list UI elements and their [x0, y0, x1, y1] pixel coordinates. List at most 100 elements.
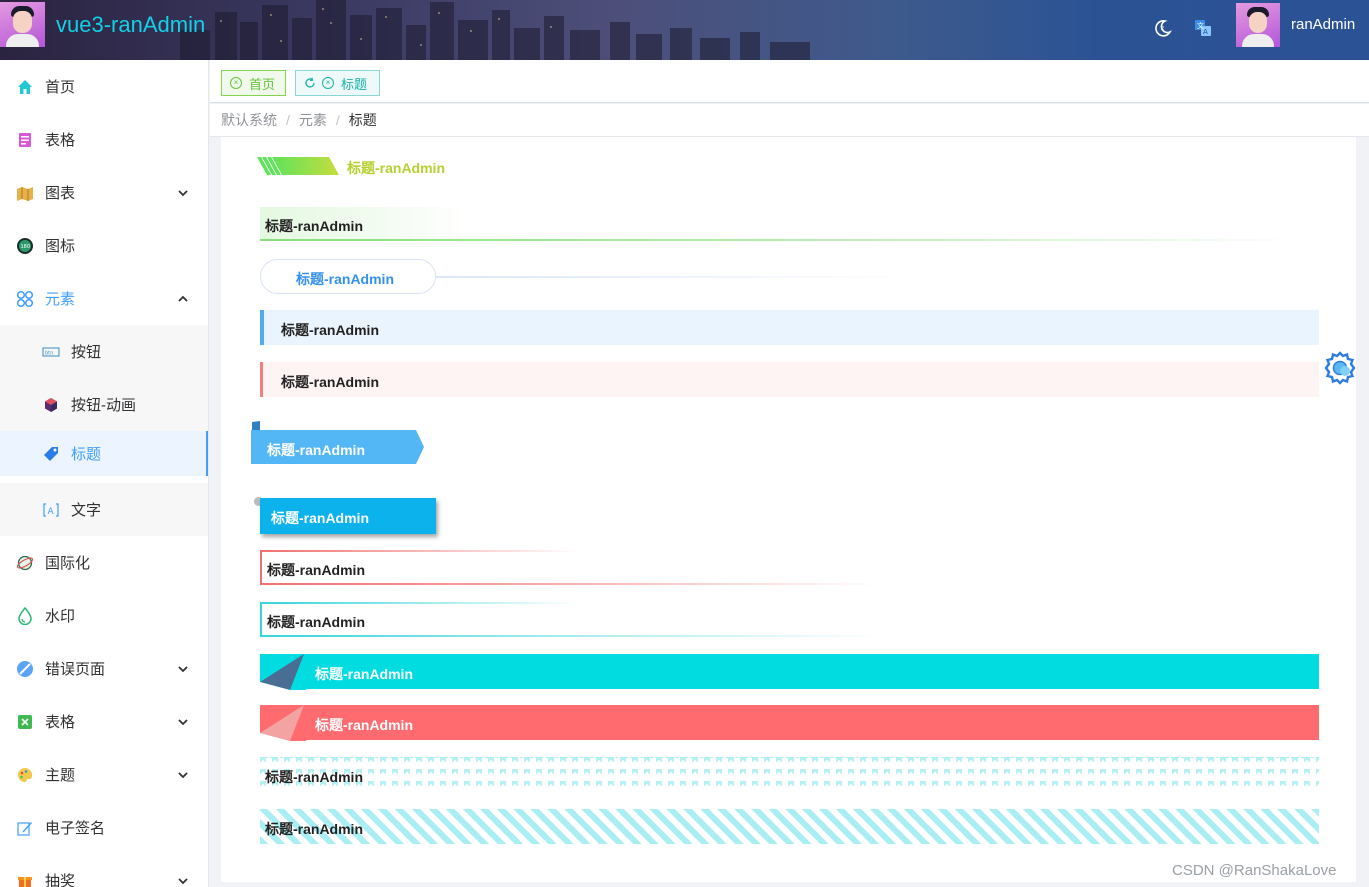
sidebar-item-home[interactable]: 首页	[0, 60, 208, 113]
gift-icon	[16, 872, 34, 887]
chevron-down-icon	[178, 718, 188, 725]
refresh-icon[interactable]	[304, 77, 316, 89]
breadcrumb-current: 标题	[348, 112, 377, 128]
title-style-12: 标题-ranAdmin	[260, 757, 1319, 792]
title-text: 标题-ranAdmin	[267, 614, 365, 630]
title-text: 标题-ranAdmin	[281, 374, 379, 390]
title-text: 标题-ranAdmin	[347, 160, 445, 176]
title-style-13: 标题-ranAdmin	[260, 809, 1319, 844]
sidebar-item-label: 错误页面	[45, 661, 106, 678]
title-style-9: 标题-ranAdmin	[260, 602, 880, 637]
title-text: 标题-ranAdmin	[271, 510, 369, 526]
title-style-1: 标题-ranAdmin	[257, 155, 477, 177]
tab-home[interactable]: × 首页	[221, 70, 286, 96]
text-icon: A	[42, 501, 60, 519]
app-title: vue3-ranAdmin	[56, 12, 206, 37]
sidebar-item-error-pages[interactable]: 错误页面	[0, 642, 208, 695]
title-text: 标题-ranAdmin	[281, 322, 379, 338]
sidebar-item-lottery[interactable]: 抽奖	[0, 854, 208, 887]
title-text: 标题-ranAdmin	[265, 769, 363, 785]
title-text: 标题-ranAdmin	[267, 442, 365, 458]
sidebar-item-buttons[interactable]: btn 按钮	[0, 325, 208, 378]
breadcrumb: 默认系统 / 元素 / 标题	[210, 104, 1369, 137]
title-style-4: 标题-ranAdmin	[260, 310, 1319, 345]
elements-icon	[16, 290, 34, 308]
title-style-2: 标题-ranAdmin	[260, 207, 1305, 241]
title-style-5: 标题-ranAdmin	[260, 362, 1319, 397]
chevron-down-icon	[178, 665, 188, 672]
table-icon	[16, 131, 34, 149]
sidebar-item-icons[interactable]: 180 图标	[0, 219, 208, 272]
sign-icon	[16, 819, 34, 837]
tab-label: 首页	[249, 76, 276, 92]
sidebar-item-i18n[interactable]: 国际化	[0, 536, 208, 589]
logo-avatar	[0, 2, 45, 47]
button-icon: btn	[42, 343, 60, 361]
tabs-bar: × 首页 × 标题	[210, 60, 1369, 103]
sidebar-item-text[interactable]: A 文字	[0, 483, 208, 536]
title-text: 标题-ranAdmin	[315, 666, 413, 682]
sidebar: 首页 表格 图表 180 图标 元素 btn 按钮 按钮-动画 标题 A 文字 …	[0, 60, 209, 887]
sidebar-item-title[interactable]: 标题	[0, 431, 208, 476]
top-header: vue3-ranAdmin z 文A ranAdmin	[0, 0, 1369, 60]
sidebar-item-label: 标题	[71, 446, 102, 463]
sidebar-item-button-animation[interactable]: 按钮-动画	[0, 378, 208, 431]
title-style-11: 标题-ranAdmin	[260, 705, 1319, 741]
sidebar-item-label: 按钮	[71, 344, 102, 361]
cube-icon	[42, 396, 60, 414]
close-icon[interactable]: ×	[322, 77, 334, 89]
sidebar-item-label: 主题	[45, 767, 76, 784]
settings-gear-icon[interactable]	[1323, 351, 1357, 385]
chart-icon	[16, 184, 34, 202]
svg-text:A: A	[48, 507, 55, 517]
title-style-10: 标题-ranAdmin	[260, 654, 1319, 690]
sidebar-item-label: 水印	[45, 608, 76, 625]
sidebar-item-label: 表格	[45, 132, 76, 149]
sidebar-item-label: 元素	[45, 291, 76, 308]
sidebar-item-label: 图表	[45, 185, 76, 202]
sidebar-item-charts[interactable]: 图表	[0, 166, 208, 219]
globe-icon	[16, 554, 34, 572]
excel-icon	[16, 713, 34, 731]
content-panel: 标题-ranAdmin 标题-ranAdmin 标题-ranAdmin 标题-r…	[221, 137, 1356, 882]
breadcrumb-item[interactable]: 默认系统	[221, 110, 277, 130]
sidebar-item-label: 按钮-动画	[71, 397, 136, 414]
sidebar-item-watermark[interactable]: 水印	[0, 589, 208, 642]
svg-text:A: A	[1203, 28, 1208, 36]
error-icon	[16, 660, 34, 678]
sidebar-item-label: 表格	[45, 714, 76, 731]
palette-icon	[16, 766, 34, 784]
title-style-8: 标题-ranAdmin	[260, 550, 880, 585]
chevron-down-icon	[178, 877, 188, 884]
tab-label: 标题	[341, 76, 368, 92]
sidebar-item-excel[interactable]: 表格	[0, 695, 208, 748]
sidebar-item-signature[interactable]: 电子签名	[0, 801, 208, 854]
breadcrumb-item[interactable]: 元素	[299, 110, 327, 130]
drop-icon	[16, 606, 34, 625]
user-avatar[interactable]	[1236, 3, 1280, 47]
chevron-down-icon	[178, 771, 188, 778]
home-icon	[16, 78, 34, 96]
title-text: 标题-ranAdmin	[315, 717, 413, 733]
svg-text:180: 180	[21, 244, 31, 250]
title-text: 标题-ranAdmin	[265, 821, 363, 837]
sidebar-item-table[interactable]: 表格	[0, 113, 208, 166]
svg-text:z: z	[1161, 25, 1164, 32]
title-text: 标题-ranAdmin	[265, 218, 363, 234]
svg-text:btn: btn	[45, 350, 53, 356]
sidebar-item-elements[interactable]: 元素	[0, 272, 208, 325]
translate-icon[interactable]: 文A	[1192, 17, 1214, 39]
chevron-down-icon	[178, 189, 188, 196]
title-text: 标题-ranAdmin	[296, 271, 394, 287]
title-style-7: 标题-ranAdmin	[254, 497, 444, 537]
sidebar-item-label: 国际化	[45, 555, 91, 572]
close-icon[interactable]: ×	[230, 77, 242, 89]
title-style-6: 标题-ranAdmin	[250, 421, 430, 466]
sidebar-item-label: 电子签名	[45, 820, 106, 837]
icon-icon: 180	[16, 237, 34, 255]
header-city-background	[180, 0, 810, 60]
moon-icon[interactable]: z	[1152, 17, 1174, 39]
sidebar-item-theme[interactable]: 主题	[0, 748, 208, 801]
tab-title[interactable]: × 标题	[295, 70, 380, 96]
username[interactable]: ranAdmin	[1291, 16, 1355, 33]
